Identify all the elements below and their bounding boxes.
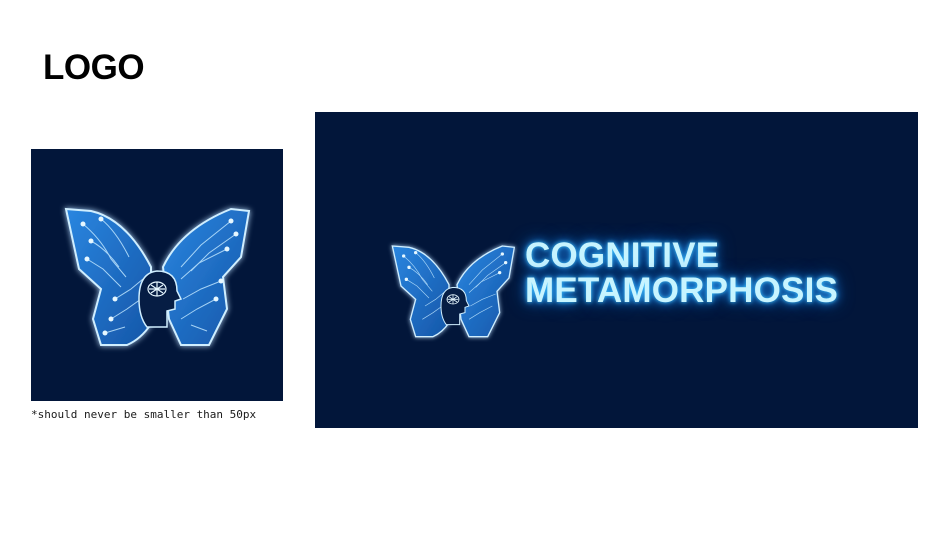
butterfly-circuit-icon <box>64 207 251 346</box>
size-note: *should never be smaller than 50px <box>31 408 257 421</box>
square-logo-panel <box>31 149 283 401</box>
wordmark-line-2: METAMORPHOSIS <box>525 271 839 310</box>
page-title: LOGO <box>43 48 145 87</box>
brain-icon <box>147 281 167 297</box>
butterfly-circuit-icon <box>391 245 516 338</box>
wordmark-line-1: COGNITIVE <box>525 236 720 275</box>
brain-icon <box>446 294 460 305</box>
wide-logo-panel: COGNITIVE METAMORPHOSIS <box>315 112 918 428</box>
wordmark: COGNITIVE METAMORPHOSIS <box>525 238 905 308</box>
